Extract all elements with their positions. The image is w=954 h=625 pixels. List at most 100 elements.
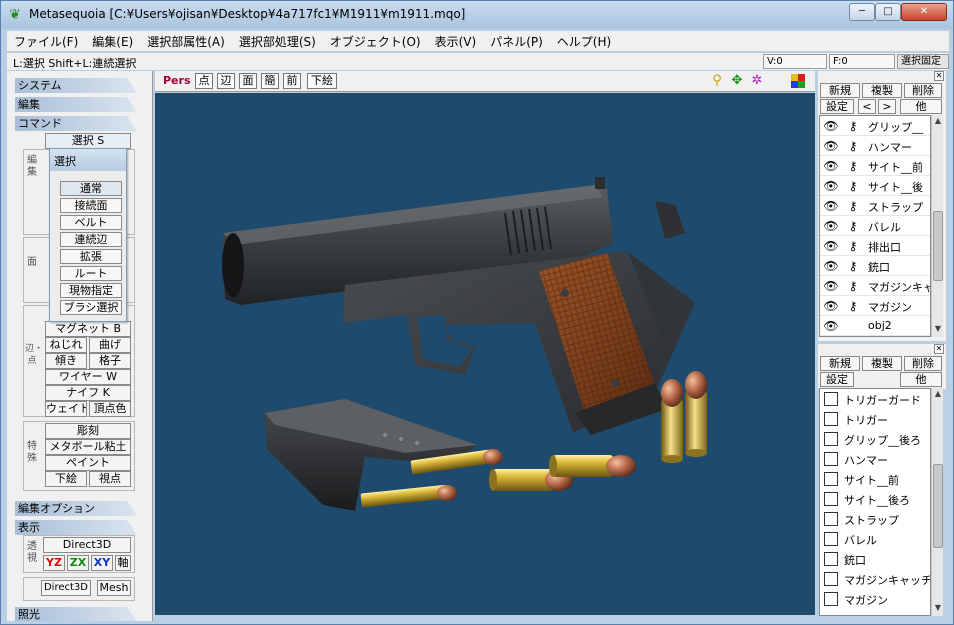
edge-display-button[interactable]: 辺 bbox=[217, 73, 235, 89]
bend-button[interactable]: 曲げ bbox=[89, 337, 131, 353]
object-row[interactable]: 👁 ⚷ バレル bbox=[820, 216, 930, 236]
category-edit-options[interactable]: 編集オプション bbox=[15, 501, 137, 516]
lock-icon[interactable]: ⚷ bbox=[846, 158, 860, 174]
material-row[interactable]: 銃口 bbox=[820, 549, 930, 569]
object-delete-button[interactable]: 削除 bbox=[904, 83, 942, 98]
select-brush-button[interactable]: ブラシ選択 bbox=[60, 300, 122, 315]
material-new-button[interactable]: 新規 bbox=[820, 356, 860, 371]
select-expand-button[interactable]: 拡張 bbox=[60, 249, 122, 264]
eye-icon[interactable]: 👁 bbox=[823, 299, 839, 313]
color-palette-icon[interactable] bbox=[791, 74, 805, 88]
menu-selection-process[interactable]: 選択部処理(S) bbox=[232, 33, 323, 50]
material-checkbox[interactable] bbox=[824, 432, 838, 446]
lock-icon[interactable]: ⚷ bbox=[846, 278, 860, 294]
move-view-icon[interactable]: ✥ bbox=[729, 73, 745, 89]
lock-icon[interactable]: ⚷ bbox=[846, 118, 860, 134]
lock-icon[interactable]: ⚷ bbox=[846, 198, 860, 214]
menu-view[interactable]: 表示(V) bbox=[428, 33, 484, 50]
material-row[interactable]: ハンマー bbox=[820, 449, 930, 469]
select-normal-button[interactable]: 通常 bbox=[60, 181, 122, 196]
title-bar[interactable]: ❦ Metasequoia [C:¥Users¥ojisan¥Desktop¥4… bbox=[1, 1, 953, 29]
direct3d-small-button[interactable]: Direct3D bbox=[41, 580, 91, 596]
zoom-icon[interactable]: ⚲ bbox=[709, 73, 725, 89]
object-row[interactable]: 👁 ⚷ ストラップ bbox=[820, 196, 930, 216]
select-belt-button[interactable]: ベルト bbox=[60, 215, 122, 230]
yz-view-button[interactable]: YZ bbox=[43, 555, 65, 571]
carve-button[interactable]: 彫刻 bbox=[45, 423, 131, 439]
object-row[interactable]: 👁 ⚷ ハンマー bbox=[820, 136, 930, 156]
material-checkbox[interactable] bbox=[824, 592, 838, 606]
eye-icon[interactable]: 👁 bbox=[823, 139, 839, 153]
select-specify-button[interactable]: 現物指定 bbox=[60, 283, 122, 298]
metaball-button[interactable]: メタボール粘土 bbox=[45, 439, 131, 455]
material-row[interactable]: バレル bbox=[820, 529, 930, 549]
category-lighting[interactable]: 照光 bbox=[15, 607, 137, 621]
front-display-button[interactable]: 前 bbox=[283, 73, 301, 89]
face-display-button[interactable]: 面 bbox=[239, 73, 257, 89]
material-checkbox[interactable] bbox=[824, 512, 838, 526]
object-row[interactable]: 👁 ⚷ マガジンキャ bbox=[820, 276, 930, 296]
weight-button[interactable]: ウェイト bbox=[45, 401, 87, 417]
eye-icon[interactable]: 👁 bbox=[823, 319, 839, 333]
eye-icon[interactable]: 👁 bbox=[823, 179, 839, 193]
close-button[interactable]: ✕ bbox=[901, 3, 947, 21]
knife-button[interactable]: ナイフ K bbox=[45, 385, 131, 401]
magnet-button[interactable]: マグネット B bbox=[45, 321, 131, 337]
menu-edit[interactable]: 編集(E) bbox=[85, 33, 140, 50]
lock-icon[interactable]: ⚷ bbox=[846, 258, 860, 274]
material-panel-close-icon[interactable]: ✕ bbox=[934, 344, 944, 354]
category-command[interactable]: コマンド bbox=[15, 116, 137, 131]
menu-help[interactable]: ヘルプ(H) bbox=[550, 33, 618, 50]
material-row[interactable]: サイト__前 bbox=[820, 469, 930, 489]
object-row[interactable]: 👁 ⚷ サイト__後 bbox=[820, 176, 930, 196]
scroll-thumb[interactable] bbox=[933, 464, 943, 548]
selection-lock-button[interactable]: 選択固定 bbox=[897, 54, 949, 69]
object-prev-button[interactable]: < bbox=[858, 99, 876, 114]
object-new-button[interactable]: 新規 bbox=[820, 83, 860, 98]
menu-file[interactable]: ファイル(F) bbox=[7, 33, 85, 50]
material-other-button[interactable]: 他 bbox=[900, 372, 942, 387]
vertex-color-button[interactable]: 頂点色 bbox=[89, 401, 131, 417]
scroll-up-icon[interactable]: ▲ bbox=[932, 115, 944, 127]
lock-icon[interactable]: ⚷ bbox=[846, 298, 860, 314]
lock-icon[interactable]: ⚷ bbox=[846, 238, 860, 254]
scroll-thumb[interactable] bbox=[933, 211, 943, 281]
select-loop-edge-button[interactable]: 連続辺 bbox=[60, 232, 122, 247]
menu-panel[interactable]: パネル(P) bbox=[483, 33, 550, 50]
material-settings-button[interactable]: 設定 bbox=[820, 372, 854, 387]
material-delete-button[interactable]: 削除 bbox=[904, 356, 942, 371]
rotate-view-icon[interactable]: ✲ bbox=[749, 73, 765, 89]
eye-icon[interactable]: 👁 bbox=[823, 279, 839, 293]
object-duplicate-button[interactable]: 複製 bbox=[862, 83, 902, 98]
category-display[interactable]: 表示 bbox=[15, 520, 137, 535]
eye-icon[interactable]: 👁 bbox=[823, 239, 839, 253]
select-tool-button[interactable]: 選択 S bbox=[45, 133, 131, 149]
material-checkbox[interactable] bbox=[824, 552, 838, 566]
material-row[interactable]: ストラップ bbox=[820, 509, 930, 529]
material-duplicate-button[interactable]: 複製 bbox=[862, 356, 902, 371]
eye-icon[interactable]: 👁 bbox=[823, 199, 839, 213]
viewpoint-button[interactable]: 視点 bbox=[89, 471, 131, 487]
minimize-button[interactable]: ─ bbox=[849, 3, 875, 21]
3d-viewport[interactable] bbox=[155, 93, 815, 615]
simple-display-button[interactable]: 簡 bbox=[261, 73, 279, 89]
object-list-scrollbar[interactable]: ▲ ▼ bbox=[931, 115, 943, 337]
object-panel-close-icon[interactable]: ✕ bbox=[934, 71, 944, 81]
select-palette-title[interactable]: 選択 bbox=[50, 149, 126, 171]
material-checkbox[interactable] bbox=[824, 492, 838, 506]
axis-button[interactable]: 軸 bbox=[115, 555, 131, 571]
lock-icon[interactable]: ⚷ bbox=[846, 178, 860, 194]
eye-icon[interactable]: 👁 bbox=[823, 219, 839, 233]
underlay-display-button[interactable]: 下絵 bbox=[307, 73, 337, 89]
object-settings-button[interactable]: 設定 bbox=[820, 99, 854, 114]
object-row[interactable]: 👁 ⚷ 銃口 bbox=[820, 256, 930, 276]
object-other-button[interactable]: 他 bbox=[900, 99, 942, 114]
object-row[interactable]: 👁 ⚷ サイト__前 bbox=[820, 156, 930, 176]
underlay-button[interactable]: 下絵 bbox=[45, 471, 87, 487]
material-checkbox[interactable] bbox=[824, 572, 838, 586]
lock-icon[interactable]: ⚷ bbox=[846, 138, 860, 154]
mesh-button[interactable]: Mesh bbox=[97, 580, 131, 596]
material-checkbox[interactable] bbox=[824, 392, 838, 406]
material-row[interactable]: サイト__後ろ bbox=[820, 489, 930, 509]
material-checkbox[interactable] bbox=[824, 412, 838, 426]
